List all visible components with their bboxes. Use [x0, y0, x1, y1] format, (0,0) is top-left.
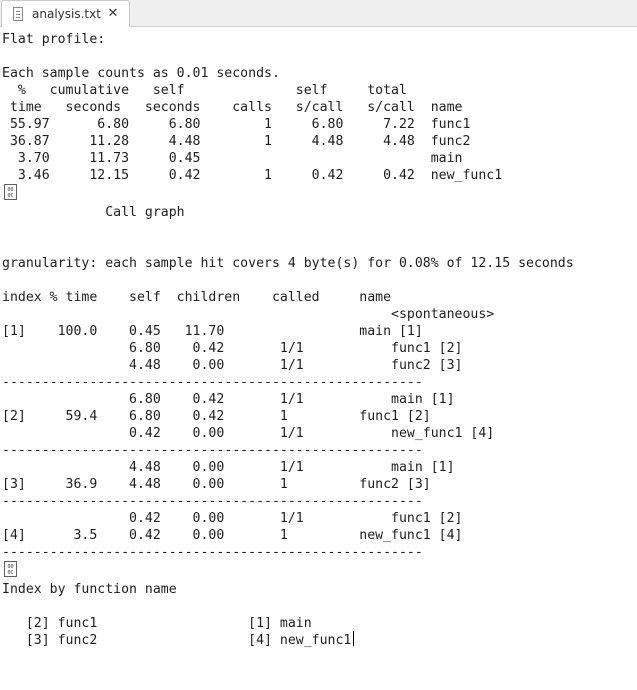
text-line: granularity: each sample hit covers 4 by… [2, 256, 574, 271]
text-line: 6.80 0.42 1/1 main [1] [2, 392, 455, 407]
text-line: time seconds seconds calls s/call s/call… [2, 100, 463, 115]
text-line: Call graph [2, 205, 185, 220]
text-line: 55.97 6.80 6.80 1 6.80 7.22 func1 [2, 117, 471, 132]
text-line: [1] 100.0 0.45 11.70 main [1] [2, 324, 423, 339]
close-icon[interactable]: ✕ [106, 6, 120, 22]
text-line: 3.70 11.73 0.45 main [2, 151, 463, 166]
text-line: Flat profile: [2, 32, 106, 47]
text-line: index % time self children called name [2, 290, 392, 305]
glyph-hex-bottom: 0C [7, 570, 14, 576]
text-line: [2] 59.4 6.80 0.42 1 func1 [2] [2, 409, 431, 424]
text-line: % cumulative self self total [2, 83, 407, 98]
text-line: 4.48 0.00 1/1 main [1] [2, 460, 455, 475]
glyph-hex-bottom: 0C [7, 193, 14, 199]
text-line: [3] 36.9 4.48 0.00 1 func2 [3] [2, 477, 431, 492]
text-line: [2] func1 [1] main [2, 616, 312, 631]
form-feed-glyph: 00 0C [4, 561, 17, 577]
text-line: 0.42 0.00 1/1 func1 [2] [2, 511, 463, 526]
text-line: Each sample counts as 0.01 seconds. [2, 66, 280, 81]
text-file-icon [13, 7, 23, 21]
text-line: [3] func2 [4] new_func1 [2, 633, 352, 648]
tab-analysis-txt[interactable]: analysis.txt ✕ [1, 0, 130, 27]
text-line: 4.48 0.00 1/1 func2 [3] [2, 358, 463, 373]
text-line: 0.42 0.00 1/1 new_func1 [4] [2, 426, 495, 441]
separator-line: ----------------------------------------… [2, 375, 423, 390]
tab-title: analysis.txt [32, 7, 101, 21]
separator-line: ----------------------------------------… [2, 494, 423, 509]
separator-line: ----------------------------------------… [2, 443, 423, 458]
text-line: 36.87 11.28 4.48 1 4.48 4.48 func2 [2, 134, 471, 149]
text-line: 6.80 0.42 1/1 func1 [2] [2, 341, 463, 356]
text-line: <spontaneous> [2, 307, 495, 322]
separator-line: ----------------------------------------… [2, 545, 423, 560]
form-feed-glyph: 00 0C [4, 184, 17, 200]
text-line: 3.46 12.15 0.42 1 0.42 0.42 new_func1 [2, 168, 503, 183]
text-line: Index by function name [2, 582, 177, 597]
text-line: [4] 3.5 0.42 0.00 1 new_func1 [4] [2, 528, 463, 543]
tab-bar: analysis.txt ✕ [0, 0, 637, 27]
text-editor[interactable]: Flat profile: Each sample counts as 0.01… [0, 27, 637, 690]
text-cursor [353, 631, 354, 646]
